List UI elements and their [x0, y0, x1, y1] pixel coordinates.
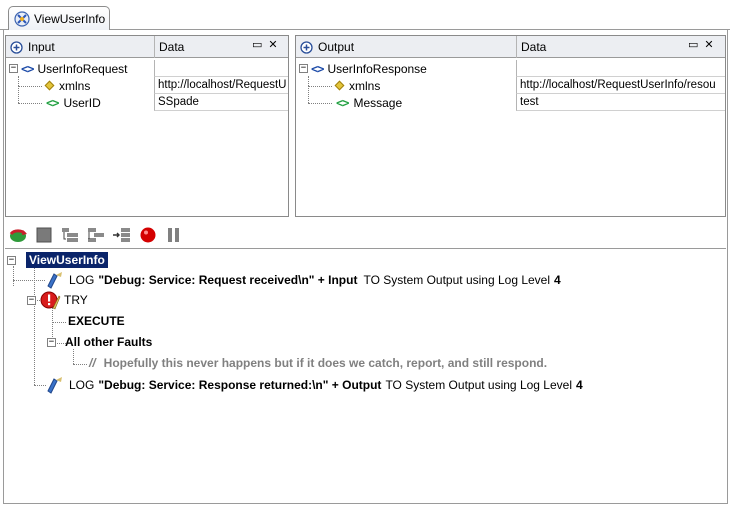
- attribute-icon: [44, 80, 55, 91]
- log-icon: [47, 377, 62, 394]
- pause-icon: [168, 228, 179, 242]
- minimize-icon[interactable]: ▭: [252, 38, 262, 51]
- step-out-icon: [113, 228, 130, 242]
- output-panel: Output Data ▭ ✕ − <> UserInfoResponse xm…: [295, 35, 726, 217]
- tree-row-user-info-request[interactable]: − <> UserInfoRequest: [6, 60, 288, 77]
- flow-node-try[interactable]: − TRY: [27, 290, 88, 310]
- step-over-button[interactable]: [86, 225, 106, 245]
- add-icon[interactable]: [300, 40, 313, 54]
- minimize-icon[interactable]: ▭: [688, 38, 698, 51]
- breakpoint-icon: [140, 227, 156, 243]
- add-icon[interactable]: [10, 40, 23, 54]
- output-panel-title: Output: [318, 40, 355, 54]
- tab-view-user-info[interactable]: ViewUserInfo: [8, 6, 110, 30]
- collapse-icon[interactable]: −: [27, 295, 36, 305]
- step-into-button[interactable]: [60, 225, 80, 245]
- step-over-icon: [88, 228, 104, 242]
- flow-node-all-other-faults[interactable]: − All other Faults: [47, 332, 152, 352]
- tree-row-user-id[interactable]: <> UserID SSpade: [6, 94, 288, 111]
- run-button[interactable]: [8, 225, 28, 245]
- close-icon[interactable]: ✕: [704, 38, 713, 51]
- flow-node-log-request[interactable]: LOG "Debug: Service: Request received\n"…: [45, 270, 561, 290]
- flow-node-root[interactable]: − ViewUserInfo: [7, 250, 108, 270]
- element-icon: <>: [311, 61, 324, 76]
- tree-row-xmlns[interactable]: xmlns http://localhost/RequestU: [6, 77, 288, 94]
- tree-row-message[interactable]: <> Message test: [296, 94, 725, 111]
- editor-tab-bar: ViewUserInfo: [0, 0, 730, 30]
- collapse-icon[interactable]: −: [7, 255, 16, 265]
- attribute-icon: [334, 80, 345, 91]
- step-into-icon: [62, 228, 78, 242]
- step-out-button[interactable]: [112, 225, 132, 245]
- service-icon: [14, 10, 30, 27]
- try-warning-icon: [40, 291, 61, 310]
- comment-icon: //: [89, 356, 96, 370]
- element-icon: <>: [46, 95, 59, 110]
- pause-button[interactable]: [164, 225, 184, 245]
- flow-node-comment[interactable]: // Hopefully this never happens but if i…: [89, 353, 547, 373]
- input-panel-header: Input Data ▭ ✕: [6, 36, 288, 58]
- collapse-icon[interactable]: −: [47, 337, 56, 347]
- flow-root-label: ViewUserInfo: [26, 252, 108, 268]
- stop-icon: [36, 227, 52, 243]
- element-icon: <>: [336, 95, 349, 110]
- flow-tree: − ViewUserInfo LOG "Debug: Service: Requ…: [5, 248, 726, 503]
- flow-node-log-response[interactable]: LOG "Debug: Service: Response returned:\…: [45, 375, 583, 395]
- tab-label: ViewUserInfo: [34, 11, 106, 26]
- run-icon: [9, 229, 27, 242]
- input-panel: Input Data ▭ ✕ − <> UserInfoRequest xmln…: [5, 35, 289, 217]
- stop-button[interactable]: [34, 225, 54, 245]
- collapse-icon[interactable]: −: [299, 64, 308, 73]
- tree-row-xmlns[interactable]: xmlns http://localhost/RequestUserInfo/r…: [296, 77, 725, 94]
- log-icon: [47, 272, 62, 289]
- output-panel-header: Output Data ▭ ✕: [296, 36, 725, 58]
- input-panel-title: Input: [28, 40, 55, 54]
- element-icon: <>: [21, 61, 34, 76]
- tree-row-user-info-response[interactable]: − <> UserInfoResponse: [296, 60, 725, 77]
- breakpoint-button[interactable]: [138, 225, 158, 245]
- close-icon[interactable]: ✕: [268, 38, 277, 51]
- flow-node-execute[interactable]: EXECUTE: [68, 311, 125, 331]
- debug-toolbar: [4, 222, 726, 248]
- collapse-icon[interactable]: −: [9, 64, 18, 73]
